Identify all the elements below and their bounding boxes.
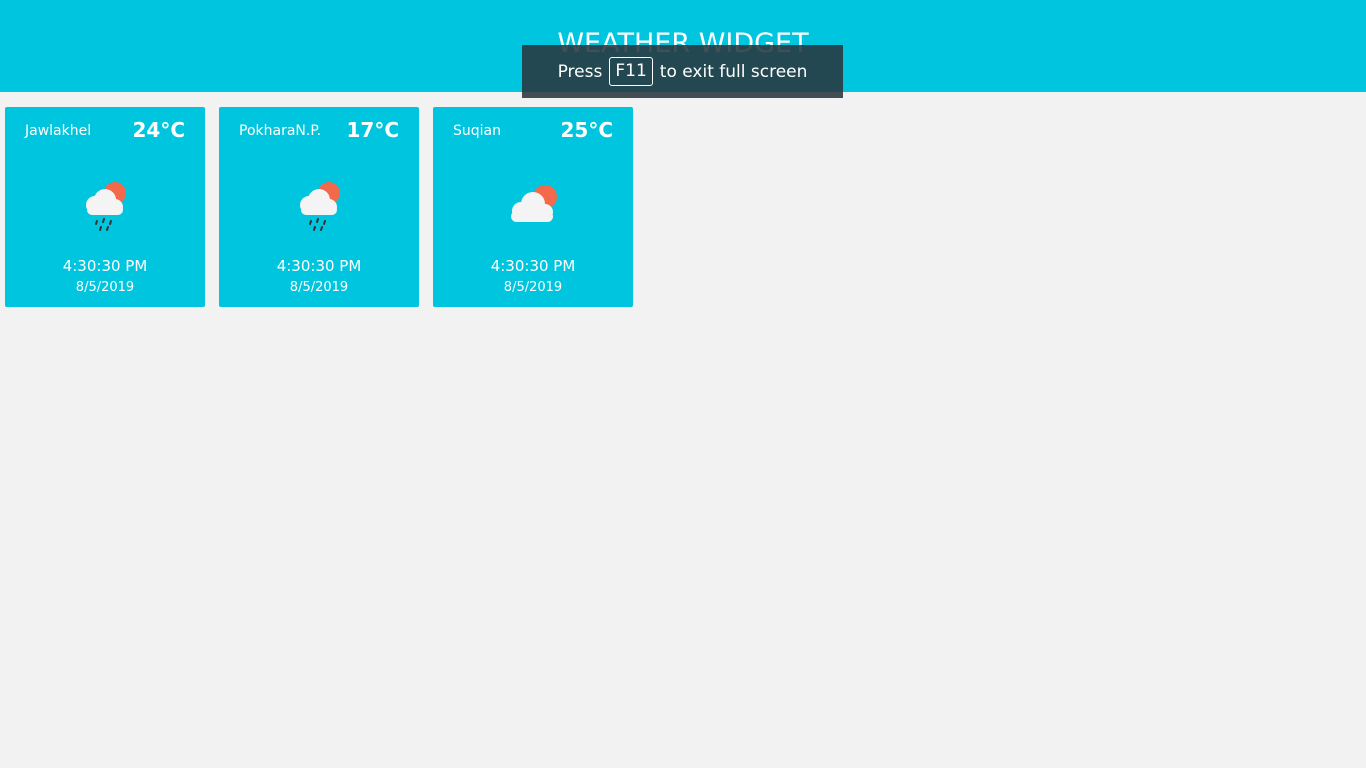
- city-name: Suqian: [453, 123, 501, 139]
- weather-card[interactable]: Jawlakhel 24°C 4:30:30 PM 8/5/2019: [5, 107, 205, 307]
- local-time: 4:30:30 PM: [490, 257, 576, 275]
- local-date: 8/5/2019: [289, 280, 349, 295]
- local-date: 8/5/2019: [75, 280, 135, 295]
- weather-card[interactable]: Suqian 25°C 4:30:30 PM 8/5/2019: [433, 107, 633, 307]
- f11-key-badge: F11: [609, 57, 653, 86]
- rain-cloud-sun-icon: [86, 182, 126, 231]
- fullscreen-notice-suffix: to exit full screen: [659, 61, 808, 82]
- weather-card[interactable]: PokharaN.P. 17°C 4:30:30 PM 8/5/2019: [219, 107, 419, 307]
- fullscreen-notice: Press F11 to exit full screen: [522, 45, 843, 98]
- rain-cloud-sun-icon: [300, 182, 340, 231]
- local-date: 8/5/2019: [503, 280, 563, 295]
- city-name: PokharaN.P.: [239, 123, 322, 139]
- local-time: 4:30:30 PM: [62, 257, 148, 275]
- temperature: 24°C: [132, 118, 185, 142]
- fullscreen-notice-prefix: Press: [557, 61, 603, 82]
- temperature: 25°C: [560, 118, 613, 142]
- cloud-sun-icon: [511, 185, 557, 222]
- city-name: Jawlakhel: [25, 123, 92, 139]
- temperature: 17°C: [346, 118, 399, 142]
- local-time: 4:30:30 PM: [276, 257, 362, 275]
